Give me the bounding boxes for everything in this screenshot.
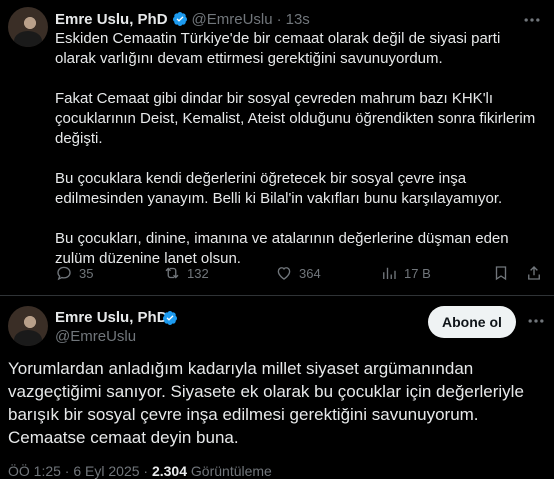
author-handle[interactable]: @EmreUslu: [192, 11, 273, 28]
author-name[interactable]: Emre Uslu, PhD: [55, 309, 168, 326]
follow-button[interactable]: Abone ol: [428, 306, 516, 338]
author-handle[interactable]: @EmreUslu: [55, 328, 136, 345]
tweet-actions: 35 132 364 17 B: [55, 264, 543, 284]
reply-icon: [57, 266, 71, 281]
tweet-text: Eskiden Cemaatin Türkiye'de bir cemaat o…: [55, 30, 536, 267]
verified-badge-icon: [162, 311, 177, 325]
like-count: 364: [299, 265, 321, 281]
heart-icon: [277, 267, 291, 280]
more-options-icon[interactable]: [522, 10, 542, 30]
share-button[interactable]: [525, 264, 543, 282]
share-icon: [528, 266, 540, 280]
tweet-text: Yorumlardan anladığım kadarıyla millet s…: [8, 359, 524, 447]
bookmark-button[interactable]: [492, 264, 510, 282]
reply-button[interactable]: 35: [55, 264, 93, 282]
separator-dot: ·: [276, 10, 282, 28]
reply-count: 35: [79, 265, 94, 281]
repost-button[interactable]: 132: [163, 264, 209, 282]
bookmark-icon: [495, 266, 507, 281]
author-name[interactable]: Emre Uslu, PhD: [55, 11, 168, 28]
analytics-icon: [383, 267, 396, 279]
more-options-icon[interactable]: [526, 311, 546, 331]
views-count: 2.304: [151, 463, 188, 479]
tweet-time[interactable]: 13s: [286, 11, 310, 28]
views-label: Görüntüleme: [190, 463, 272, 479]
repost-count: 132: [187, 265, 209, 281]
like-button[interactable]: 364: [275, 264, 321, 282]
views-button[interactable]: 17 B: [380, 264, 431, 282]
repost-icon: [165, 267, 179, 279]
tweet-meta: ÖÖ 1:25 · 6 Eyl 2025 · 2.304 Görüntüleme: [8, 463, 272, 479]
divider: [0, 295, 554, 296]
verified-badge-icon: [172, 12, 187, 26]
timestamp[interactable]: ÖÖ 1:25 · 6 Eyl 2025 ·: [8, 463, 148, 479]
tweet-header: Emre Uslu, PhD @EmreUslu · 13s: [55, 9, 310, 29]
avatar[interactable]: [8, 306, 48, 346]
avatar[interactable]: [8, 7, 48, 47]
views-count: 17 B: [404, 265, 431, 281]
